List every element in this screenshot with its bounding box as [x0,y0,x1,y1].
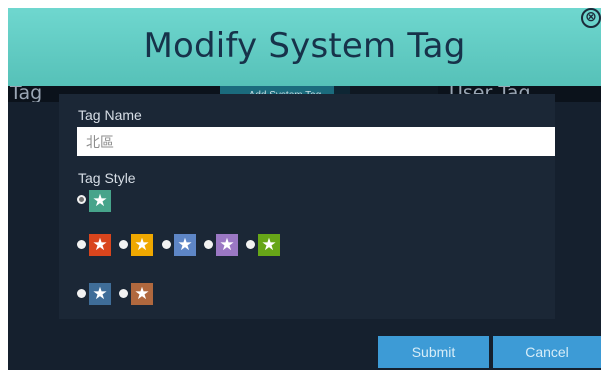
tag-style-label: Tag Style [78,170,136,186]
star-icon: ★ [174,234,196,256]
tag-style-radio[interactable] [77,289,86,298]
tag-name-label: Tag Name [78,107,142,123]
dialog-title: Modify System Tag [143,26,466,66]
star-icon: ★ [89,283,111,305]
submit-button[interactable]: Submit [378,336,489,368]
tag-style-radio[interactable] [246,240,255,249]
tag-style-radio[interactable] [119,289,128,298]
star-icon: ★ [216,234,238,256]
star-icon: ★ [131,234,153,256]
background-tag-heading: Tag [10,86,43,102]
tag-style-radio[interactable] [119,240,128,249]
tag-style-radio[interactable] [162,240,171,249]
star-icon: ★ [258,234,280,256]
dialog-header: Modify System Tag [8,8,601,86]
star-icon: ★ [89,190,111,212]
tag-style-radio[interactable] [77,195,86,204]
tag-style-radio[interactable] [77,240,86,249]
star-icon: ★ [89,234,111,256]
close-icon[interactable]: ⊗ [581,8,601,28]
tag-name-input[interactable] [77,127,555,156]
tag-style-radio[interactable] [204,240,213,249]
cancel-button[interactable]: Cancel [493,336,601,368]
star-icon: ★ [131,283,153,305]
